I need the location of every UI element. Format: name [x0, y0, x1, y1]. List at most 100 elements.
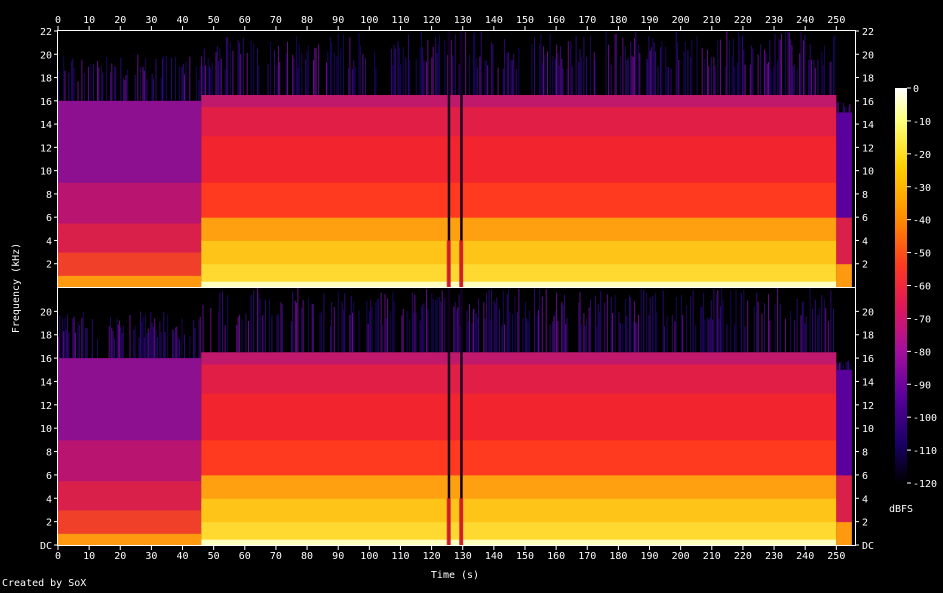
colorbar-label: dBFS — [889, 504, 913, 515]
spectrogram-streak — [277, 45, 279, 95]
spectrogram-band — [58, 387, 202, 394]
spectrogram-band — [836, 463, 852, 470]
spectrogram-streak — [710, 300, 712, 353]
spectrogram-streak — [740, 292, 742, 353]
spectrogram-streak — [541, 63, 543, 95]
y-tick-label-right: 10 — [862, 167, 874, 178]
spectrogram-streak — [258, 65, 260, 95]
colorbar-tick-label: 0 — [913, 84, 919, 95]
spectrogram-streak — [368, 310, 370, 353]
spectrogram-streak — [454, 34, 456, 95]
x-tick-label-top: 110 — [391, 15, 409, 26]
spectrogram-streak — [163, 311, 165, 359]
spectrogram-streak — [636, 323, 638, 353]
spectrogram-streak — [436, 296, 438, 353]
spectrogram-streak — [374, 51, 376, 95]
spectrogram-streak — [77, 321, 79, 359]
spectrogram-streak — [796, 299, 798, 353]
spectrogram-band — [836, 269, 852, 276]
spectrogram-streak — [599, 312, 601, 353]
spectrogram-band — [201, 124, 837, 131]
spectrogram-streak — [848, 360, 850, 370]
spectrogram-band — [836, 410, 852, 417]
spectrogram-streak — [145, 314, 147, 359]
spectrogram-streak — [563, 294, 565, 353]
spectrogram-streak — [761, 313, 763, 353]
y-tick-label-right: 18 — [862, 74, 874, 85]
spectrogram-band — [836, 492, 852, 499]
spectrogram-streak — [589, 299, 591, 353]
spectrogram-streak — [134, 74, 136, 101]
spectrogram-band — [201, 387, 837, 394]
spectrogram-streak — [670, 68, 672, 95]
spectrogram-streak — [552, 321, 554, 353]
spectrogram-streak — [219, 292, 221, 353]
spectrogram-band — [58, 246, 202, 253]
spectrogram-streak — [366, 300, 368, 353]
spectrogram-streak — [68, 72, 70, 101]
spectrogram-streak — [638, 314, 640, 353]
spectrogram-streak — [159, 321, 161, 359]
spectrogram-streak — [320, 311, 322, 353]
spectrogram-streak — [375, 67, 377, 95]
spectrogram-streak — [439, 34, 441, 95]
spectrogram-streak — [362, 53, 364, 95]
spectrogram-streak — [349, 37, 351, 95]
spectrogram-streak — [238, 314, 240, 353]
spectrogram-band — [836, 141, 852, 148]
spectrogram-streak — [240, 54, 242, 95]
spectrogram-streak — [766, 63, 768, 95]
y-tick-label-right: 14 — [862, 120, 874, 131]
spectrogram-band — [58, 147, 202, 154]
spectrogram-streak — [671, 314, 673, 353]
spectrogram-streak — [561, 302, 563, 353]
spectrogram-streak — [539, 288, 541, 353]
spectrogram-streak — [220, 58, 222, 95]
spectrogram-streak — [493, 301, 495, 353]
spectrogram-streak — [734, 324, 736, 353]
spectrogram-band — [836, 246, 852, 253]
spectrogram-streak — [181, 66, 183, 101]
spectrogram-streak — [579, 49, 581, 95]
spectrogram-streak — [794, 63, 796, 95]
spectrogram-streak — [833, 36, 835, 95]
spectrogram-band — [58, 428, 202, 435]
spectrogram-band — [58, 539, 202, 546]
y-tick-label-right: 16 — [862, 97, 874, 108]
spectrogram-streak — [622, 37, 624, 95]
spectrogram-streak — [352, 69, 354, 95]
spectrogram-band — [201, 393, 837, 400]
spectrogram-streak — [547, 51, 549, 95]
spectrogram-band — [201, 240, 837, 247]
spectrogram-streak — [580, 324, 582, 353]
spectrogram-streak — [630, 41, 632, 95]
spectrogram-streak — [413, 311, 415, 353]
spectrogram-streak — [250, 294, 252, 353]
spectrogram-band — [58, 257, 202, 265]
spectrogram-streak — [126, 69, 128, 101]
spectrogram-streak — [250, 40, 252, 95]
spectrogram-streak — [645, 292, 647, 353]
x-tick-label-top: 200 — [672, 15, 690, 26]
spectrogram-streak — [829, 62, 831, 95]
spectrogram-streak — [354, 66, 356, 95]
x-tick-label-bottom: 0 — [55, 551, 61, 562]
spectrogram-band — [58, 159, 202, 166]
spectrogram-streak — [721, 288, 723, 353]
spectrogram-streak — [495, 303, 497, 353]
x-tick-label-top: 100 — [360, 15, 378, 26]
spectrogram-streak — [846, 361, 848, 370]
spectrogram-segment — [58, 54, 202, 288]
spectrogram-streak — [156, 337, 158, 359]
spectrogram-streak — [674, 321, 676, 353]
spectrogram-streak — [98, 67, 100, 101]
spectrogram-streak — [340, 48, 342, 95]
spectrogram-streak — [311, 304, 313, 353]
spectrogram-band — [58, 141, 202, 148]
spectrogram-streak — [453, 306, 455, 353]
spectrogram-streak — [81, 318, 83, 359]
y-tick-label-left: 14 — [40, 120, 52, 131]
spectrogram-streak — [635, 31, 637, 95]
spectrogram-streak — [539, 43, 541, 95]
spectrogram-band — [201, 246, 837, 253]
